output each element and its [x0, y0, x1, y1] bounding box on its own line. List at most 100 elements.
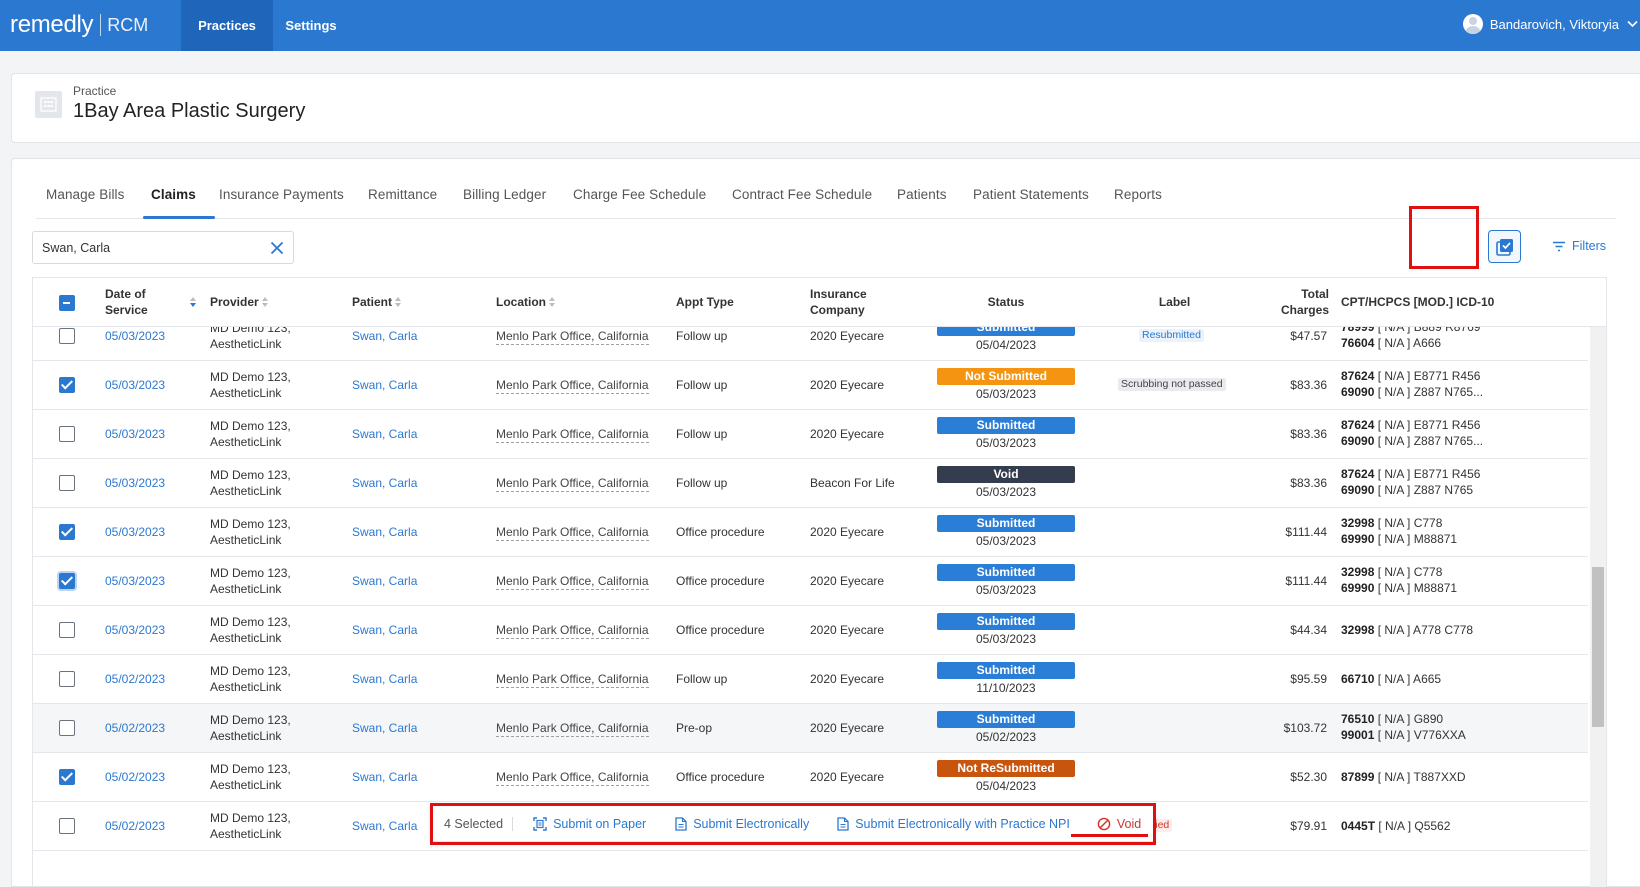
status-badge[interactable]: Not Submitted	[937, 368, 1075, 385]
date-of-service-link[interactable]: 05/02/2023	[105, 769, 165, 785]
tab-manage-bills[interactable]: Manage Bills	[46, 187, 125, 202]
submit-on-paper-button[interactable]: Submit on Paper	[533, 817, 646, 831]
tab-remittance[interactable]: Remittance	[368, 187, 437, 202]
table-scrollbar[interactable]	[1590, 327, 1606, 887]
patient-link[interactable]: Swan, Carla	[352, 377, 417, 393]
provider-org: AestheticLink	[210, 435, 282, 449]
table-row[interactable]: 05/03/2023 MD Demo 123, AestheticLink Swan,…	[33, 459, 1588, 508]
date-of-service-link[interactable]: 05/03/2023	[105, 377, 165, 393]
date-of-service-link[interactable]: 05/03/2023	[105, 426, 165, 442]
patient-link[interactable]: Swan, Carla	[352, 769, 417, 785]
date-of-service-link[interactable]: 05/03/2023	[105, 328, 165, 344]
procedure-codes: 99001 [ N/A ] V776XXA	[1341, 727, 1466, 743]
col-provider[interactable]: Provider	[210, 294, 269, 310]
row-checkbox[interactable]	[59, 818, 75, 834]
procedure-codes: 87624 [ N/A ] E8771 R456	[1341, 368, 1480, 384]
table-row[interactable]: 05/02/2023 MD Demo 123, AestheticLink Swan,…	[33, 704, 1588, 753]
location-link[interactable]: Menlo Park Office, California	[496, 475, 649, 492]
tab-billing-ledger[interactable]: Billing Ledger	[463, 187, 546, 202]
date-of-service-link[interactable]: 05/03/2023	[105, 573, 165, 589]
tab-patient-statements[interactable]: Patient Statements	[973, 187, 1089, 202]
status-badge[interactable]: Submitted	[937, 515, 1075, 532]
patient-link[interactable]: Swan, Carla	[352, 671, 417, 687]
close-icon[interactable]	[269, 240, 285, 256]
procedure-codes: 69090 [ N/A ] Z887 N765...	[1341, 433, 1483, 449]
location-link[interactable]: Menlo Park Office, California	[496, 524, 649, 541]
patient-link[interactable]: Swan, Carla	[352, 720, 417, 736]
tab-claims[interactable]: Claims	[151, 187, 196, 202]
row-checkbox[interactable]	[59, 475, 75, 491]
status-badge[interactable]: Submitted	[937, 417, 1075, 434]
tab-insurance-payments[interactable]: Insurance Payments	[219, 187, 344, 202]
row-checkbox[interactable]	[59, 377, 75, 393]
row-checkbox[interactable]	[59, 671, 75, 687]
nav-settings[interactable]: Settings	[273, 0, 349, 51]
scrollbar-thumb[interactable]	[1592, 567, 1604, 727]
patient-link[interactable]: Swan, Carla	[352, 475, 417, 491]
table-row[interactable]: 05/03/2023 MD Demo 123, AestheticLink Swan,…	[33, 410, 1588, 459]
patient-link[interactable]: Swan, Carla	[352, 524, 417, 540]
status-badge[interactable]: Void	[937, 466, 1075, 483]
location-link[interactable]: Menlo Park Office, California	[496, 769, 649, 786]
location-link[interactable]: Menlo Park Office, California	[496, 720, 649, 737]
col-date-of-service[interactable]: Date of Service	[105, 286, 148, 318]
location-link[interactable]: Menlo Park Office, California	[496, 671, 649, 688]
date-of-service-link[interactable]: 05/02/2023	[105, 720, 165, 736]
location-link[interactable]: Menlo Park Office, California	[496, 426, 649, 443]
tab-reports[interactable]: Reports	[1114, 187, 1162, 202]
row-checkbox[interactable]	[59, 573, 75, 589]
row-checkbox[interactable]	[59, 426, 75, 442]
bulk-select-button[interactable]	[1488, 230, 1521, 263]
status-badge[interactable]: Submitted	[937, 711, 1075, 728]
row-checkbox[interactable]	[59, 524, 75, 540]
location-link[interactable]: Menlo Park Office, California	[496, 622, 649, 639]
table-row[interactable]: 05/03/2023 MD Demo 123, AestheticLink Swan,…	[33, 361, 1588, 410]
claim-label-chip: Scrubbing not passed	[1118, 378, 1226, 391]
location-link[interactable]: Menlo Park Office, California	[496, 377, 649, 394]
date-of-service-link[interactable]: 05/03/2023	[105, 524, 165, 540]
patient-link[interactable]: Swan, Carla	[352, 573, 417, 589]
table-row[interactable]: 05/03/2023 MD Demo 123, AestheticLink Swan,…	[33, 508, 1588, 557]
user-menu[interactable]: Bandarovich, Viktoryia	[1462, 0, 1640, 48]
table-row[interactable]: 05/02/2023 MD Demo 123, AestheticLink Swan,…	[33, 753, 1588, 802]
submit-electronically-button[interactable]: Submit Electronically	[675, 817, 809, 831]
nav-practices[interactable]: Practices	[181, 0, 273, 51]
table-row[interactable]: 05/03/2023 MD Demo 123, AestheticLink Swan,…	[33, 606, 1588, 655]
select-all-checkbox[interactable]	[59, 295, 75, 311]
submit-npi-button[interactable]: Submit Electronically with Practice NPI	[837, 817, 1070, 831]
col-insurance-company: Insurance Company	[810, 286, 867, 318]
col-location[interactable]: Location	[496, 294, 556, 310]
table-row[interactable]: 05/02/2023 MD Demo 123, AestheticLink Swan,…	[33, 655, 1588, 704]
date-of-service-link[interactable]: 05/02/2023	[105, 671, 165, 687]
patient-link[interactable]: Swan, Carla	[352, 328, 417, 344]
logo-divider	[100, 14, 102, 36]
status-badge[interactable]: Submitted	[937, 662, 1075, 679]
date-of-service-link[interactable]: 05/03/2023	[105, 622, 165, 638]
tab-patients[interactable]: Patients	[897, 187, 947, 202]
date-of-service-link[interactable]: 05/03/2023	[105, 475, 165, 491]
patient-search	[32, 231, 294, 264]
status-badge[interactable]: Submitted	[937, 613, 1075, 630]
search-input[interactable]	[42, 240, 262, 255]
void-button[interactable]: Void	[1097, 817, 1141, 831]
location-link[interactable]: Menlo Park Office, California	[496, 573, 649, 590]
provider-org: AestheticLink	[210, 337, 282, 351]
tab-charge-fee-schedule[interactable]: Charge Fee Schedule	[573, 187, 706, 202]
filters-button[interactable]: Filters	[1552, 239, 1606, 253]
col-patient[interactable]: Patient	[352, 294, 402, 310]
table-row[interactable]: 05/03/2023 MD Demo 123, AestheticLink Swan,…	[33, 557, 1588, 606]
patient-link[interactable]: Swan, Carla	[352, 818, 417, 834]
tab-contract-fee-schedule[interactable]: Contract Fee Schedule	[732, 187, 872, 202]
table-header: Date of Service Provider Patient Locatio…	[33, 278, 1606, 327]
app-logo[interactable]: remedly RCM	[10, 10, 148, 40]
row-checkbox[interactable]	[59, 720, 75, 736]
date-of-service-link[interactable]: 05/02/2023	[105, 818, 165, 834]
status-badge[interactable]: Not ReSubmitted	[937, 760, 1075, 777]
patient-link[interactable]: Swan, Carla	[352, 426, 417, 442]
location-link[interactable]: Menlo Park Office, California	[496, 328, 649, 345]
row-checkbox[interactable]	[59, 622, 75, 638]
patient-link[interactable]: Swan, Carla	[352, 622, 417, 638]
row-checkbox[interactable]	[59, 769, 75, 785]
row-checkbox[interactable]	[59, 328, 75, 344]
status-badge[interactable]: Submitted	[937, 564, 1075, 581]
